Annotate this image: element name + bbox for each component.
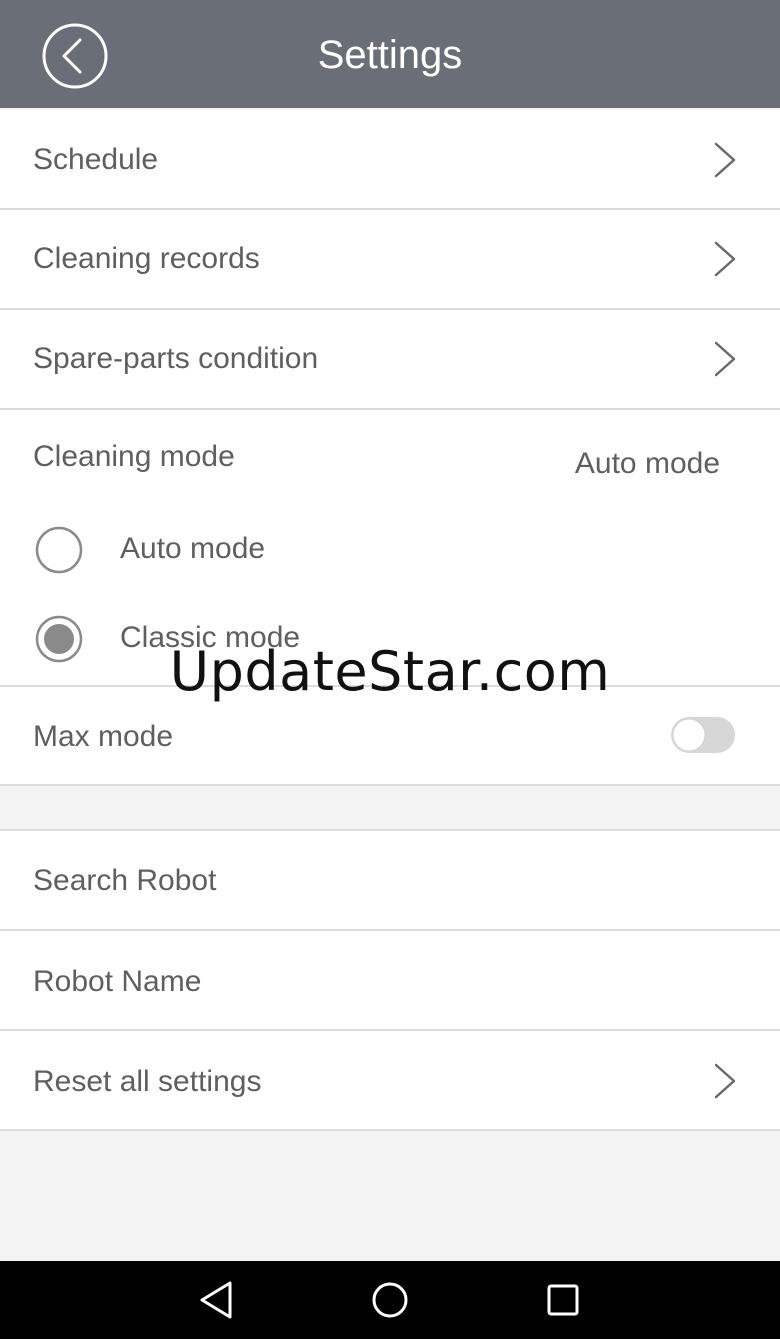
spare-parts-row[interactable]: Spare-parts condition — [0, 310, 780, 410]
cleaning-mode-label: Cleaning mode — [33, 440, 235, 473]
radio-selected-icon — [35, 615, 83, 663]
reset-settings-label: Reset all settings — [33, 1065, 262, 1098]
radio-option-auto[interactable]: Auto mode — [0, 520, 500, 580]
app-header: Settings — [0, 0, 780, 108]
schedule-row[interactable]: Schedule — [0, 110, 780, 210]
cleaning-records-label: Cleaning records — [33, 242, 260, 275]
back-button[interactable] — [42, 23, 108, 89]
back-triangle-icon — [200, 1281, 232, 1319]
reset-settings-row[interactable]: Reset all settings — [0, 1031, 780, 1131]
cleaning-mode-value: Auto mode — [574, 447, 720, 480]
max-mode-toggle[interactable] — [670, 716, 736, 754]
chevron-right-icon — [714, 142, 736, 178]
page-title: Settings — [317, 33, 463, 77]
search-robot-row[interactable]: Search Robot — [0, 831, 780, 931]
radio-label-auto: Auto mode — [120, 532, 266, 565]
back-circle-icon — [42, 23, 108, 89]
chevron-right-icon — [714, 241, 736, 277]
system-navigation-bar — [0, 1261, 780, 1339]
radio-label-classic: Classic mode — [120, 621, 301, 654]
robot-name-label: Robot Name — [33, 965, 202, 998]
cleaning-records-row[interactable]: Cleaning records — [0, 210, 780, 310]
nav-back-button[interactable] — [192, 1275, 242, 1325]
nav-recents-button[interactable] — [538, 1275, 588, 1325]
search-robot-label: Search Robot — [33, 864, 217, 897]
max-mode-label: Max mode — [33, 720, 174, 753]
robot-name-row[interactable]: Robot Name — [0, 931, 780, 1031]
chevron-right-icon — [714, 1063, 736, 1099]
radio-unselected-icon — [35, 526, 83, 574]
recents-square-icon — [547, 1284, 579, 1316]
home-circle-icon — [372, 1282, 408, 1318]
section-gap — [0, 786, 780, 831]
radio-option-classic[interactable]: Classic mode — [0, 609, 500, 669]
chevron-right-icon — [714, 341, 736, 377]
max-mode-row: Max mode — [0, 687, 780, 786]
schedule-label: Schedule — [33, 143, 159, 176]
spare-parts-label: Spare-parts condition — [33, 342, 319, 375]
cleaning-mode-section: Cleaning mode Auto mode Auto mode Classi… — [0, 410, 780, 687]
nav-home-button[interactable] — [365, 1275, 415, 1325]
